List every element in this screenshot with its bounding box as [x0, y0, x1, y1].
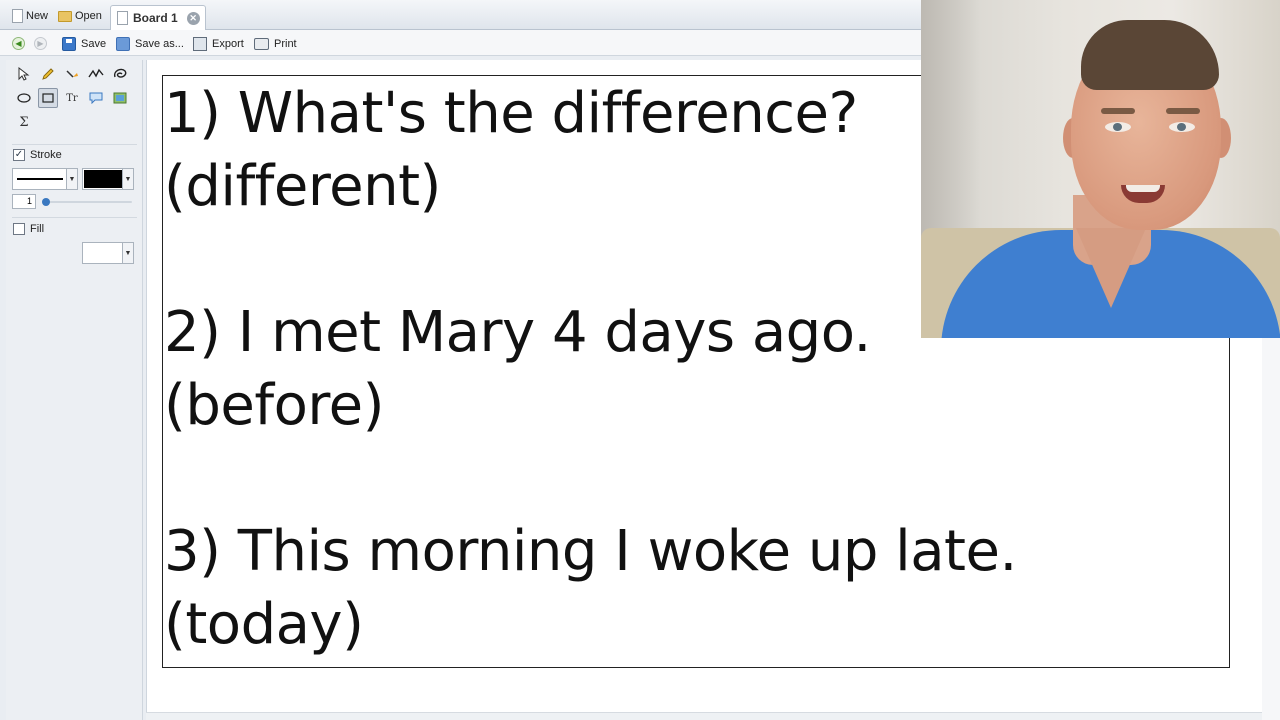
tab-title: Board 1 — [133, 11, 178, 25]
tab-board-1[interactable]: Board 1 ✕ — [110, 5, 206, 30]
callout-icon — [89, 92, 103, 104]
close-tab-icon[interactable]: ✕ — [186, 11, 200, 25]
print-label: Print — [274, 37, 297, 50]
back-icon: ◀ — [12, 37, 25, 50]
fill-checkbox[interactable] — [13, 223, 25, 235]
ellipse-tool[interactable] — [14, 88, 34, 108]
chevron-down-icon: ▼ — [122, 169, 133, 189]
board-line-1: 1) What's the difference? — [164, 81, 858, 146]
fill-color-swatch — [84, 244, 122, 262]
stroke-label: Stroke — [30, 149, 62, 161]
print-button[interactable]: Print — [254, 35, 297, 52]
board-line-8: (today) — [164, 592, 364, 657]
new-label: New — [26, 10, 49, 22]
presenter-hair — [1081, 20, 1219, 90]
board-line-5: (before) — [164, 373, 384, 438]
highlighter-icon — [66, 70, 78, 78]
callout-tool[interactable] — [86, 88, 106, 108]
webcam-overlay — [921, 0, 1280, 338]
formula-tool[interactable]: Σ — [14, 112, 34, 132]
pencil-icon — [42, 68, 54, 80]
board-document-icon — [117, 11, 128, 25]
rectangle-icon — [42, 93, 54, 103]
pencil-tool[interactable] — [38, 64, 58, 84]
forward-button[interactable]: ▶ — [34, 35, 47, 52]
export-label: Export — [212, 37, 244, 50]
stroke-style-dropdown[interactable]: ▼ — [12, 168, 78, 190]
open-label: Open — [75, 10, 102, 22]
forward-icon: ▶ — [34, 37, 47, 50]
formula-icon: Σ — [19, 114, 29, 130]
text-icon: Tr — [66, 92, 78, 104]
rectangle-tool[interactable] — [38, 88, 58, 108]
divider — [12, 144, 137, 145]
text-tool[interactable]: Tr — [62, 88, 82, 108]
export-icon — [193, 36, 207, 51]
tool-panel: Tr Σ ✓ Stroke ▼ ▼ 1 Fill ▼ — [6, 60, 143, 720]
image-tool[interactable] — [110, 88, 130, 108]
ellipse-icon — [17, 93, 31, 103]
save-as-icon — [116, 36, 130, 51]
select-icon — [18, 67, 30, 81]
chevron-down-icon: ▼ — [122, 243, 133, 263]
lasso-tool[interactable] — [110, 64, 130, 84]
presenter-brow-right — [1166, 108, 1200, 114]
stroke-style-preview — [17, 178, 63, 180]
save-label: Save — [81, 37, 107, 50]
highlighter-tool[interactable] — [62, 64, 82, 84]
save-as-button[interactable]: Save as... — [116, 35, 184, 52]
open-button[interactable]: Open — [58, 6, 102, 26]
vertical-scrollbar[interactable] — [1262, 338, 1280, 720]
board-line-4: 2) I met Mary 4 days ago. — [164, 300, 871, 365]
stroke-width-field[interactable]: 1 — [12, 194, 36, 209]
chevron-down-icon: ▼ — [66, 169, 77, 189]
presenter-brow-left — [1101, 108, 1135, 114]
lasso-icon — [113, 68, 127, 78]
horizontal-scrollbar[interactable] — [146, 712, 1270, 720]
stroke-width-slider[interactable] — [42, 198, 132, 206]
stroke-color-dropdown[interactable]: ▼ — [82, 168, 134, 190]
print-icon — [254, 37, 269, 50]
presenter-eye-left — [1105, 122, 1131, 132]
freehand-tool[interactable] — [86, 64, 106, 84]
divider — [12, 217, 137, 218]
stroke-checkbox[interactable]: ✓ — [13, 149, 25, 161]
whiteboard-app: New Open Board 1 ✕ ◀ ▶ Save Save as... E… — [0, 0, 1280, 720]
save-icon — [62, 36, 76, 51]
stroke-color-swatch — [84, 170, 122, 188]
new-document-icon — [12, 9, 23, 23]
fill-label: Fill — [30, 223, 45, 235]
presenter-eye-right — [1169, 122, 1195, 132]
image-icon — [113, 92, 127, 104]
freehand-icon — [88, 68, 104, 78]
board-line-2: (different) — [164, 154, 441, 219]
back-button[interactable]: ◀ — [12, 35, 25, 52]
slider-handle[interactable] — [42, 198, 50, 206]
new-button[interactable]: New — [12, 6, 48, 26]
fill-color-dropdown[interactable]: ▼ — [82, 242, 134, 264]
open-folder-icon — [58, 10, 72, 22]
board-line-7: 3) This morning I woke up late. — [164, 519, 1017, 584]
save-button[interactable]: Save — [62, 35, 106, 52]
export-button[interactable]: Export — [193, 35, 244, 52]
save-as-label: Save as... — [135, 37, 184, 50]
select-tool[interactable] — [14, 64, 34, 84]
